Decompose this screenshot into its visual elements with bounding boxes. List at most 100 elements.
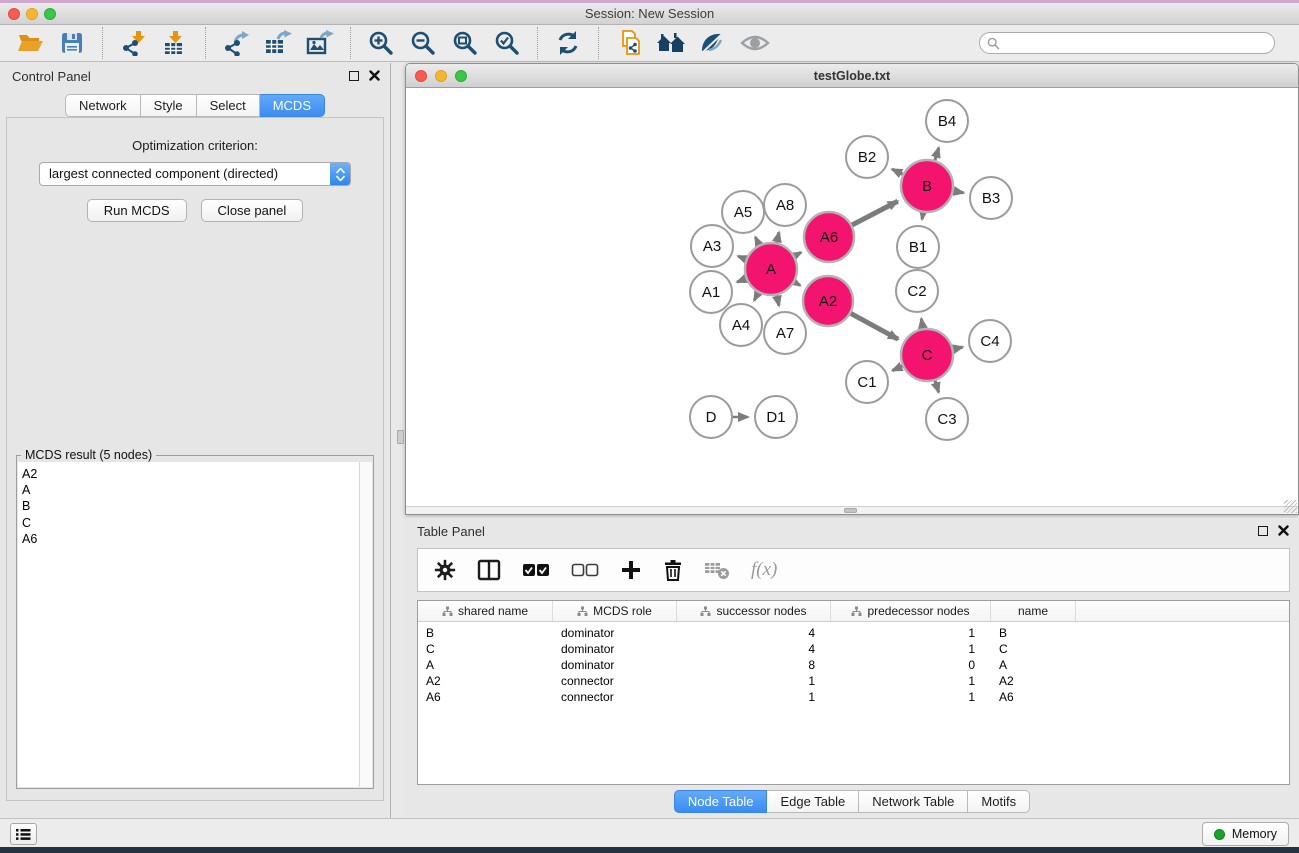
table-cell[interactable]: 1: [677, 673, 831, 689]
graph-node-C[interactable]: C: [901, 329, 953, 381]
column-header-name[interactable]: name: [991, 601, 1076, 621]
column-header-MCDS-role[interactable]: MCDS role: [553, 601, 677, 621]
add-column-icon[interactable]: [620, 559, 642, 581]
export-image-icon[interactable]: [305, 29, 335, 57]
network-window-titlebar[interactable]: testGlobe.txt: [406, 64, 1298, 88]
edge-C-C3[interactable]: [935, 381, 939, 393]
edge-A6-B[interactable]: [852, 201, 898, 225]
column-header-shared-name[interactable]: shared name: [418, 601, 553, 621]
table-cell[interactable]: B: [418, 625, 553, 641]
close-table-panel-icon[interactable]: [1278, 525, 1289, 536]
delete-table-icon[interactable]: [704, 560, 730, 580]
network-graph[interactable]: B4B2BB3A5A8A6B1A3AC2A1A2A4A7C4CC1C3DD1: [406, 88, 1298, 506]
edge-C-C4[interactable]: [953, 347, 962, 349]
graph-node-C4[interactable]: C4: [969, 320, 1011, 362]
edge-A2-C[interactable]: [851, 313, 898, 339]
table-settings-gear-icon[interactable]: [434, 559, 456, 581]
graph-node-C3[interactable]: C3: [926, 398, 968, 440]
result-item[interactable]: A6: [22, 531, 372, 547]
network-hscroll-thumb[interactable]: [844, 508, 857, 513]
minimize-window-button[interactable]: [26, 8, 38, 20]
run-mcds-button[interactable]: Run MCDS: [87, 199, 187, 222]
edge-C-C1[interactable]: [893, 366, 903, 370]
zoom-selected-icon[interactable]: [492, 29, 522, 57]
import-table-icon[interactable]: [160, 29, 190, 57]
network-vscroll-thumb[interactable]: [397, 430, 404, 444]
table-cell[interactable]: 1: [831, 673, 991, 689]
network-close-button[interactable]: [415, 70, 427, 82]
float-table-panel-icon[interactable]: [1258, 526, 1268, 536]
table-cell[interactable]: A: [991, 657, 1076, 673]
table-row[interactable]: Bdominator41B: [418, 625, 1289, 641]
table-row[interactable]: Adominator80A: [418, 657, 1289, 673]
table-body[interactable]: Bdominator41BCdominator41CAdominator80AA…: [418, 622, 1289, 705]
graph-node-A4[interactable]: A4: [720, 304, 762, 346]
node-table[interactable]: shared nameMCDS rolesuccessor nodesprede…: [417, 600, 1290, 785]
column-selector-icon[interactable]: [477, 559, 501, 581]
table-cell[interactable]: C: [991, 641, 1076, 657]
tab-style[interactable]: Style: [141, 94, 197, 117]
table-cell[interactable]: A2: [991, 673, 1076, 689]
graph-node-A3[interactable]: A3: [691, 225, 733, 267]
tab-motifs[interactable]: Motifs: [968, 790, 1030, 813]
edge-A-A3[interactable]: [738, 256, 746, 259]
graph-node-A5[interactable]: A5: [722, 191, 764, 233]
graph-node-A1[interactable]: A1: [690, 271, 732, 313]
table-row[interactable]: A2connector11A2: [418, 673, 1289, 689]
graph-node-C2[interactable]: C2: [896, 270, 938, 312]
import-network-icon[interactable]: [118, 29, 148, 57]
edge-A-A1[interactable]: [737, 279, 746, 282]
table-cell[interactable]: 1: [831, 641, 991, 657]
tab-select[interactable]: Select: [197, 94, 260, 117]
table-cell[interactable]: connector: [553, 673, 677, 689]
select-all-checkboxes-icon[interactable]: [522, 563, 550, 577]
task-history-button[interactable]: [10, 823, 37, 845]
graph-node-A8[interactable]: A8: [764, 184, 806, 226]
column-header-successor-nodes[interactable]: successor nodes: [677, 601, 831, 621]
open-session-icon[interactable]: [15, 29, 45, 57]
graph-node-B4[interactable]: B4: [926, 100, 968, 142]
table-cell[interactable]: 1: [677, 689, 831, 705]
table-cell[interactable]: B: [991, 625, 1076, 641]
float-panel-icon[interactable]: [349, 71, 359, 81]
table-cell[interactable]: dominator: [553, 657, 677, 673]
edge-B-B3[interactable]: [954, 191, 964, 193]
table-cell[interactable]: C: [418, 641, 553, 657]
table-cell[interactable]: dominator: [553, 625, 677, 641]
show-hide-eye-icon[interactable]: [740, 29, 770, 57]
mcds-result-list[interactable]: A2ABCA6: [18, 462, 372, 547]
column-header-predecessor-nodes[interactable]: predecessor nodes: [831, 601, 991, 621]
table-cell[interactable]: 1: [831, 689, 991, 705]
close-panel-icon[interactable]: [369, 70, 380, 81]
table-cell[interactable]: 8: [677, 657, 831, 673]
search-field[interactable]: [979, 32, 1275, 54]
table-cell[interactable]: A: [418, 657, 553, 673]
graph-node-B2[interactable]: B2: [846, 136, 888, 178]
result-item[interactable]: A2: [22, 466, 372, 482]
graph-node-D1[interactable]: D1: [755, 396, 797, 438]
table-cell[interactable]: connector: [553, 689, 677, 705]
function-builder-icon[interactable]: f(x): [751, 559, 777, 581]
table-cell[interactable]: 0: [831, 657, 991, 673]
graph-node-A6[interactable]: A6: [804, 212, 854, 262]
edge-A-A5[interactable]: [755, 237, 759, 245]
deselect-all-checkboxes-icon[interactable]: [571, 563, 599, 577]
edge-A-A2[interactable]: [795, 282, 801, 285]
result-item[interactable]: C: [22, 515, 372, 531]
table-cell[interactable]: 4: [677, 641, 831, 657]
table-cell[interactable]: 1: [831, 625, 991, 641]
edge-B-B4[interactable]: [935, 148, 939, 160]
table-header-row[interactable]: shared nameMCDS rolesuccessor nodesprede…: [418, 601, 1289, 622]
resize-grip[interactable]: [1284, 500, 1297, 513]
table-cell[interactable]: dominator: [553, 641, 677, 657]
edge-A-A8[interactable]: [777, 232, 779, 242]
edge-A-A7[interactable]: [777, 295, 779, 305]
tab-edge-table[interactable]: Edge Table: [767, 790, 859, 813]
edge-B-B2[interactable]: [892, 169, 902, 174]
export-table-icon[interactable]: [263, 29, 293, 57]
edge-A-A4[interactable]: [754, 293, 758, 301]
network-minimize-button[interactable]: [435, 70, 447, 82]
refresh-layout-icon[interactable]: [553, 29, 583, 57]
graphics-details-icon[interactable]: [698, 29, 728, 57]
network-canvas[interactable]: B4B2BB3A5A8A6B1A3AC2A1A2A4A7C4CC1C3DD1: [406, 88, 1298, 506]
